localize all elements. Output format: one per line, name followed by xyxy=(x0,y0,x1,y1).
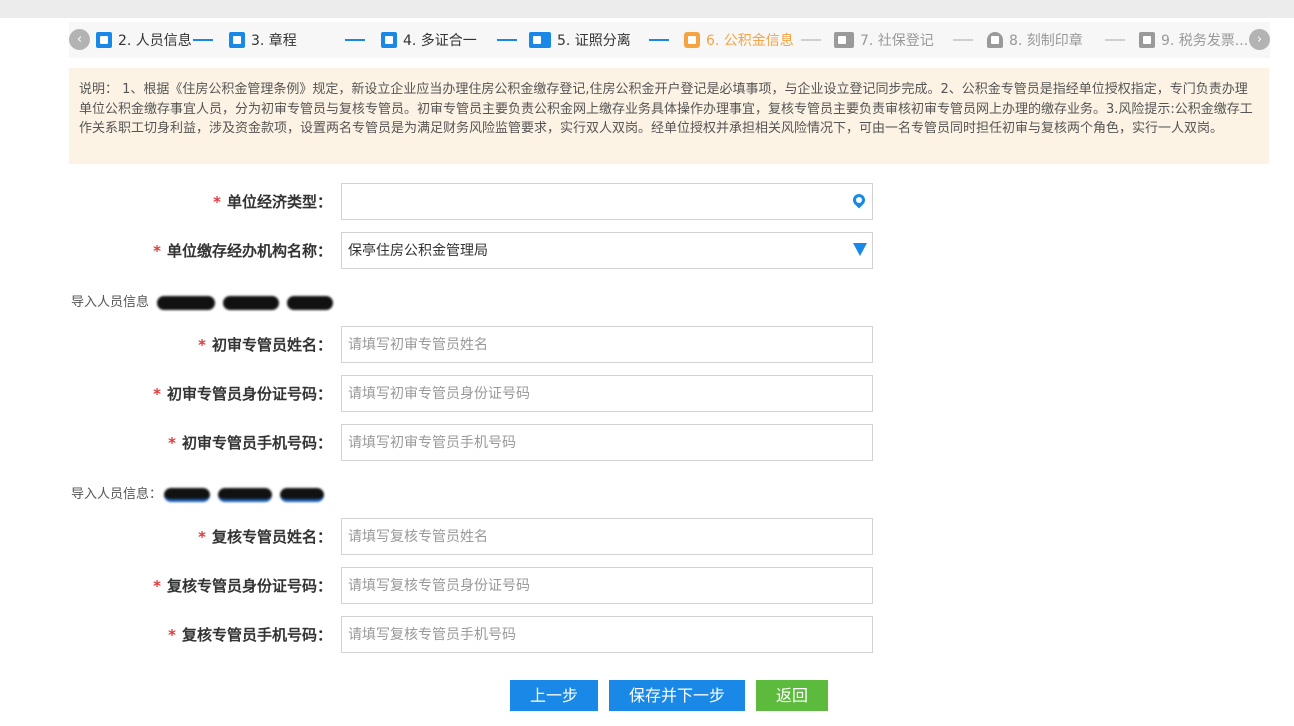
initial-id-input[interactable] xyxy=(341,375,873,412)
save-and-next-button[interactable]: 保存并下一步 xyxy=(609,680,745,711)
economic-type-row: * 单位经济类型： xyxy=(0,183,900,221)
step-label: 6. 公积金信息 xyxy=(706,33,794,49)
step-separator xyxy=(649,39,669,41)
steps-next-arrow-icon[interactable]: › xyxy=(1249,29,1270,50)
step-multi-cert[interactable]: 4. 多证合一 xyxy=(381,22,477,58)
review-phone-row: * 复核专管员手机号码： xyxy=(0,616,900,654)
initial-name-label: * 初审专管员姓名： xyxy=(198,336,332,354)
dropdown-caret-icon[interactable] xyxy=(853,243,867,256)
step-label: 8. 刻制印章 xyxy=(1009,33,1083,49)
review-id-row: * 复核专管员身份证号码： xyxy=(0,567,900,605)
review-phone-label: * 复核专管员手机号码： xyxy=(168,626,332,644)
step-separator xyxy=(345,39,365,41)
tax-icon xyxy=(1139,32,1155,48)
import-personnel-1: 导入人员信息 xyxy=(71,293,334,313)
initial-name-row: * 初审专管员姓名： xyxy=(0,326,900,364)
step-license-separation[interactable]: 5. 证照分离 xyxy=(529,22,631,58)
import-personnel-2: 导入人员信息： xyxy=(71,485,325,505)
user-icon xyxy=(96,32,112,48)
redacted-link[interactable] xyxy=(157,296,216,310)
step-personnel-info[interactable]: 2. 人员信息 xyxy=(96,22,192,58)
initial-id-row: * 初审专管员身份证号码： xyxy=(0,375,900,413)
step-label: 5. 证照分离 xyxy=(557,33,631,49)
review-name-label: * 复核专管员姓名： xyxy=(198,528,332,546)
prev-step-button[interactable]: 上一步 xyxy=(510,680,598,711)
back-button[interactable]: 返回 xyxy=(756,680,828,711)
initial-name-input[interactable] xyxy=(341,326,873,363)
id-card-icon xyxy=(381,32,397,48)
economic-type-label: * 单位经济类型： xyxy=(213,193,332,211)
step-charter[interactable]: 3. 章程 xyxy=(229,22,297,58)
stamp-icon xyxy=(987,32,1003,48)
review-phone-input[interactable] xyxy=(341,616,873,653)
review-id-label: * 复核专管员身份证号码： xyxy=(153,577,332,595)
review-name-row: * 复核专管员姓名： xyxy=(0,518,900,556)
step-separator xyxy=(193,39,213,41)
economic-type-selector[interactable] xyxy=(341,183,873,220)
step-separator xyxy=(1105,39,1125,41)
wallet-card-icon xyxy=(529,32,551,48)
step-social-security[interactable]: 7. 社保登记 xyxy=(834,22,934,58)
location-pin-icon[interactable] xyxy=(850,191,868,209)
step-label: 9. 税务发票... xyxy=(1161,33,1249,49)
step-label: 7. 社保登记 xyxy=(860,33,934,49)
review-name-input[interactable] xyxy=(341,518,873,555)
step-label: 3. 章程 xyxy=(251,33,297,49)
wallet-icon xyxy=(684,32,700,48)
step-tax-invoice[interactable]: 9. 税务发票... xyxy=(1139,22,1248,58)
review-id-input[interactable] xyxy=(341,567,873,604)
agency-row: * 单位缴存经办机构名称： 保亭住房公积金管理局 xyxy=(0,232,900,270)
top-strip xyxy=(0,0,1294,18)
initial-phone-row: * 初审专管员手机号码： xyxy=(0,424,900,462)
contact-card-icon xyxy=(834,32,854,48)
redacted-link[interactable] xyxy=(164,488,211,502)
agency-label: * 单位缴存经办机构名称： xyxy=(153,242,332,260)
redacted-link[interactable] xyxy=(287,296,334,310)
step-provident-fund[interactable]: 6. 公积金信息 xyxy=(684,22,794,58)
list-icon xyxy=(229,32,245,48)
initial-phone-input[interactable] xyxy=(341,424,873,461)
redacted-link[interactable] xyxy=(223,296,280,310)
step-separator xyxy=(801,39,821,41)
step-seal-engraving[interactable]: 8. 刻制印章 xyxy=(987,22,1083,58)
notice-box: 说明： 1、根据《住房公积金管理条例》规定，新设立企业应当办理住房公积金缴存登记… xyxy=(69,68,1269,164)
notice-text: 说明： 1、根据《住房公积金管理条例》规定，新设立企业应当办理住房公积金缴存登记… xyxy=(79,82,1253,136)
step-separator xyxy=(497,39,517,41)
redacted-link[interactable] xyxy=(280,488,325,502)
agency-select[interactable]: 保亭住房公积金管理局 xyxy=(341,232,873,269)
step-separator xyxy=(953,39,973,41)
step-label: 4. 多证合一 xyxy=(403,33,477,49)
steps-prev-arrow-icon[interactable]: ‹ xyxy=(69,29,90,50)
redacted-link[interactable] xyxy=(218,488,273,502)
step-navigation: ‹ 2. 人员信息 3. 章程 4. 多证合一 5. 证照分离 6. 公积金信息… xyxy=(69,22,1270,58)
initial-phone-label: * 初审专管员手机号码： xyxy=(168,434,332,452)
initial-id-label: * 初审专管员身份证号码： xyxy=(153,385,332,403)
step-label: 2. 人员信息 xyxy=(118,33,192,49)
